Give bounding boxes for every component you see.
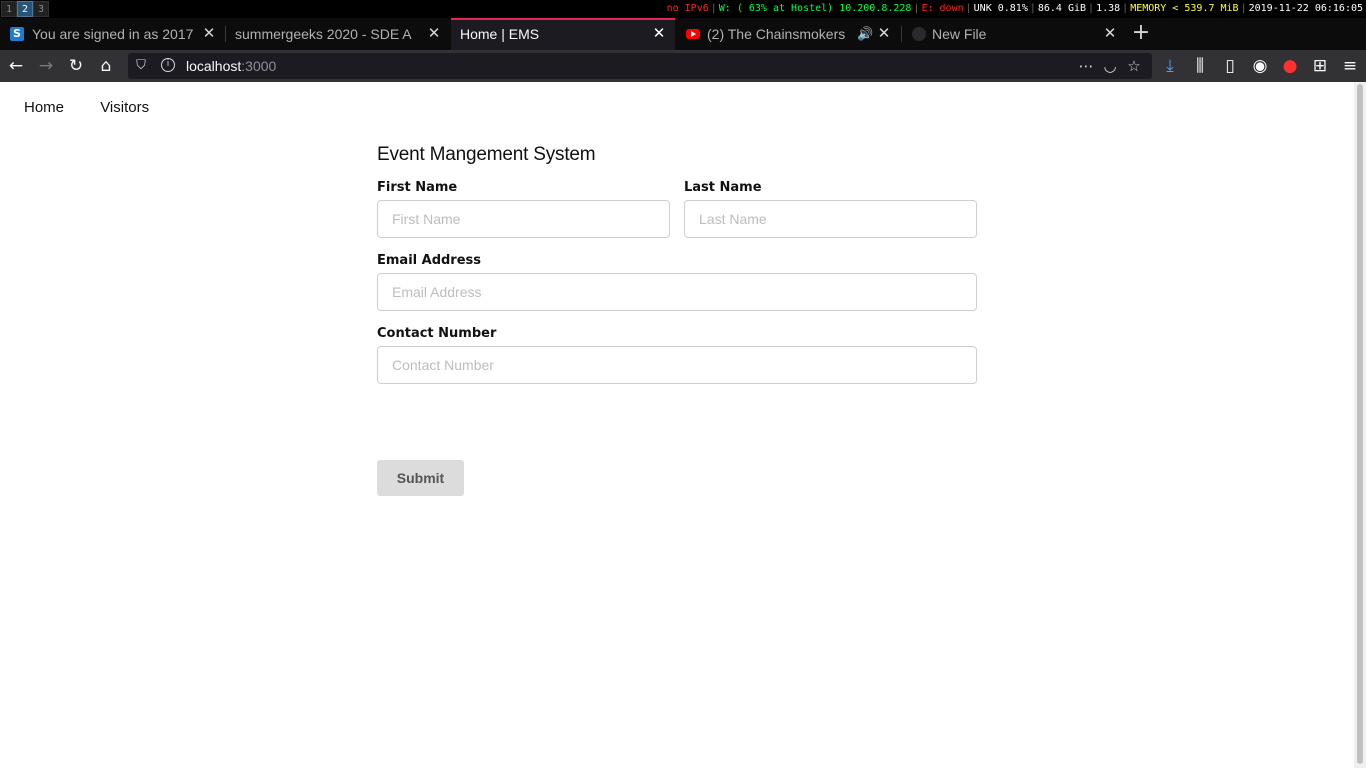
tab-summergeeks[interactable]: summergeeks 2020 - SDE A ✕ (226, 18, 450, 50)
ethernet-status: E: down (921, 3, 964, 14)
close-icon[interactable]: ✕ (876, 18, 892, 50)
system-status-bar: 1 2 3 no IPv6 | W: ( 63% at Hostel) 10.200… (0, 0, 1366, 18)
reload-icon[interactable]: ↻ (64, 54, 88, 78)
nav-visitors-link[interactable]: Visitors (100, 99, 149, 116)
tab-home-ems[interactable]: Home | EMS ✕ (451, 18, 675, 50)
tab-title: (2) The Chainsmokers (707, 26, 846, 42)
page-viewport: Home Visitors Event Mangement System Fir… (0, 82, 1366, 768)
memory-status: MEMORY < 539.7 MiB (1130, 3, 1239, 14)
shield-icon[interactable]: ⛉ (134, 57, 148, 75)
url-text[interactable]: localhost:3000 (186, 53, 276, 79)
registration-form: Event Mangement System First Name Last N… (377, 144, 977, 496)
account-icon[interactable]: ◉ (1248, 54, 1272, 78)
first-name-label: First Name (377, 180, 458, 195)
tab-strip: S You are signed in as 2017 ✕ summergeek… (0, 18, 1366, 50)
page-title: Event Mangement System (377, 144, 596, 165)
contact-number-field[interactable] (377, 346, 977, 384)
workspace-3[interactable]: 3 (33, 1, 49, 17)
close-icon[interactable]: ✕ (651, 20, 667, 48)
forward-icon[interactable]: → (34, 54, 58, 78)
scrollbar-thumb[interactable] (1357, 84, 1363, 764)
cpu-status: UNK 0.81% (973, 3, 1028, 14)
tab-title: Home | EMS (460, 26, 540, 42)
ipv6-status: no IPv6 (666, 3, 709, 14)
tab-title: summergeeks 2020 - SDE A (235, 26, 412, 42)
load-status: 1.38 (1096, 3, 1121, 14)
tab-title: New File (932, 26, 987, 42)
pocket-icon[interactable]: ◡ (1098, 53, 1122, 79)
email-label: Email Address (377, 253, 482, 268)
tab-new-file[interactable]: New File ✕ (902, 18, 1126, 50)
url-port: :3000 (241, 58, 277, 74)
info-icon[interactable]: i (161, 58, 175, 72)
disk-status: 86.4 GiB (1037, 3, 1087, 14)
first-name-field[interactable] (377, 200, 670, 238)
workspace-2[interactable]: 2 (17, 1, 33, 17)
sidebar-icon[interactable]: ▯ (1218, 54, 1242, 78)
page-actions-icon[interactable]: ⋯ (1074, 53, 1098, 79)
close-icon[interactable]: ✕ (201, 18, 217, 50)
s-icon: S (10, 27, 24, 41)
url-bar[interactable]: ⛉ i localhost:3000 ⋯ ◡ ☆ (128, 53, 1152, 79)
url-host: localhost (186, 58, 242, 74)
site-nav: Home Visitors (24, 99, 181, 116)
tab-title: You are signed in as 2017 (32, 26, 194, 42)
last-name-label: Last Name (684, 180, 762, 195)
submit-button[interactable]: Submit (377, 460, 464, 496)
datetime-status: 2019-11-22 06:16:05 (1248, 3, 1363, 14)
github-icon (912, 27, 926, 41)
wifi-status: W: ( 63% at Hostel) 10.200.8.228 (718, 3, 912, 14)
speaker-icon[interactable]: 🔊 (857, 18, 873, 50)
tab-youtube[interactable]: (2) The Chainsmokers 🔊 ✕ (676, 18, 900, 50)
tab-signed-in[interactable]: S You are signed in as 2017 ✕ (0, 18, 225, 50)
email-field[interactable] (377, 273, 977, 311)
workspace-1[interactable]: 1 (1, 1, 17, 17)
download-icon[interactable]: ⤓ (1158, 54, 1182, 78)
addons-icon[interactable]: ⊞ (1308, 54, 1332, 78)
back-icon[interactable]: ← (4, 54, 28, 78)
close-icon[interactable]: ✕ (1102, 18, 1118, 50)
scrollbar[interactable] (1354, 82, 1366, 768)
contact-number-label: Contact Number (377, 326, 497, 341)
menu-icon[interactable]: ≡ (1338, 54, 1362, 78)
navigation-toolbar: ← → ↻ ⌂ ⛉ i localhost:3000 ⋯ ◡ ☆ ⤓ ⫼ ▯ ◉ ●… (0, 50, 1366, 82)
close-icon[interactable]: ✕ (426, 18, 442, 50)
extension-icon[interactable]: ● (1278, 54, 1302, 78)
nav-home-link[interactable]: Home (24, 99, 64, 116)
home-icon[interactable]: ⌂ (94, 54, 118, 78)
youtube-icon (686, 29, 700, 39)
new-tab-button[interactable]: + (1128, 18, 1154, 50)
last-name-field[interactable] (684, 200, 977, 238)
bookmark-star-icon[interactable]: ☆ (1122, 53, 1146, 79)
library-icon[interactable]: ⫼ (1188, 54, 1212, 78)
